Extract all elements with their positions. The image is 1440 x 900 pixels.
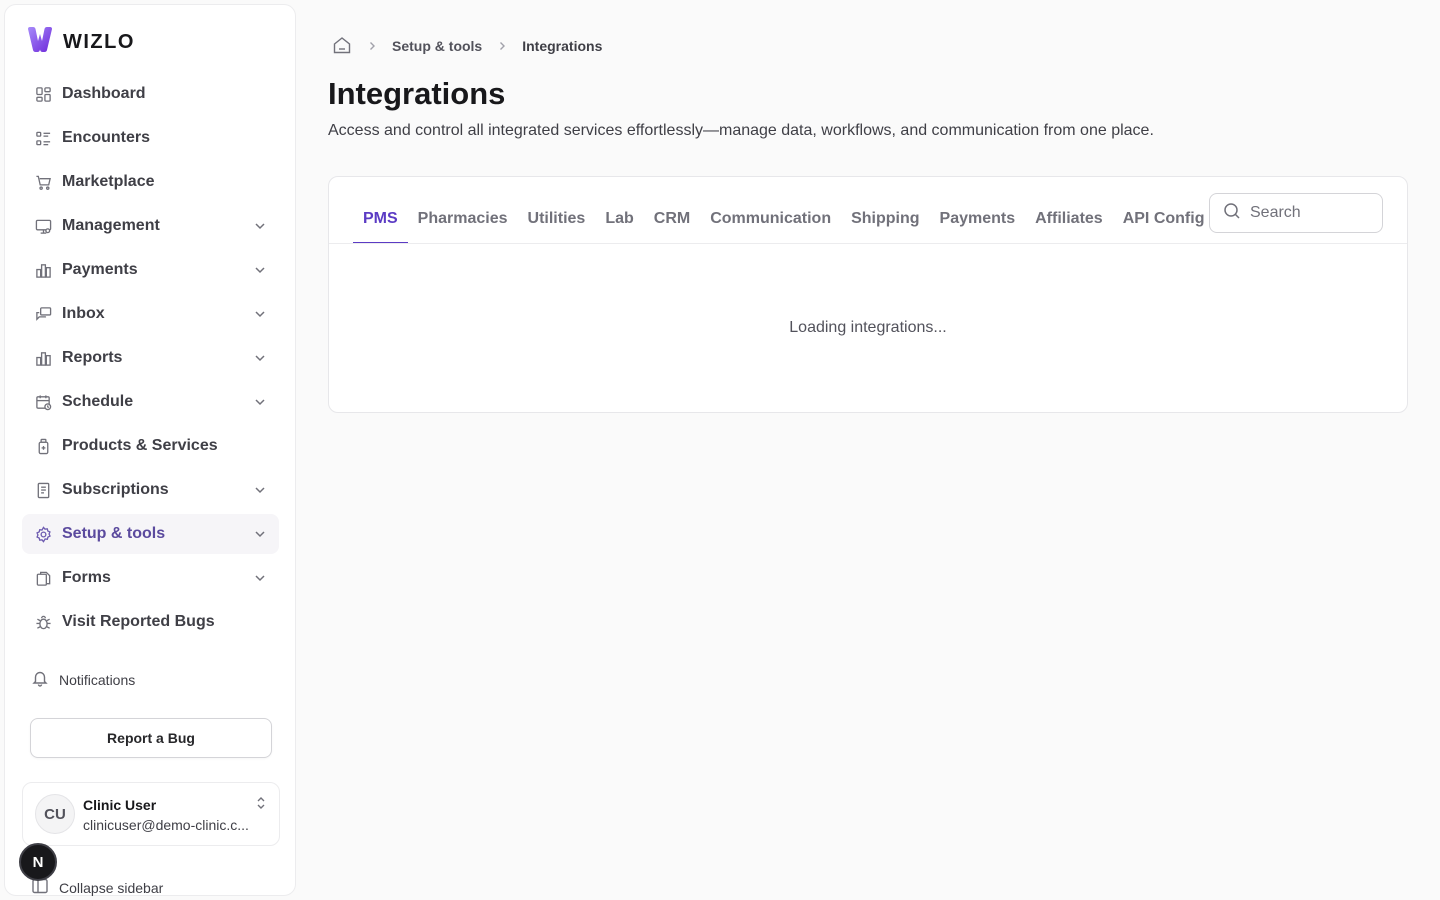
integrations-panel: PMS Pharmacies Utilities Lab CRM Communi… xyxy=(328,176,1408,413)
sidebar-item-dashboard[interactable]: Dashboard xyxy=(22,74,279,114)
chevron-down-icon xyxy=(255,267,265,274)
tab-affiliates[interactable]: Affiliates xyxy=(1025,177,1113,243)
tab-crm[interactable]: CRM xyxy=(644,177,700,243)
chevron-up-down-icon xyxy=(257,797,265,809)
home-icon[interactable] xyxy=(332,35,352,58)
receipt-icon xyxy=(34,481,52,499)
calendar-clock-icon xyxy=(34,393,52,411)
tab-payments[interactable]: Payments xyxy=(930,177,1026,243)
sidebar-item-reports[interactable]: Reports xyxy=(22,338,279,378)
tab-utilities[interactable]: Utilities xyxy=(518,177,596,243)
chevron-right-icon xyxy=(370,42,375,50)
sidebar-item-label: Encounters xyxy=(62,129,151,146)
loading-status: Loading integrations... xyxy=(789,319,947,336)
collapse-sidebar-label: Collapse sidebar xyxy=(59,879,164,896)
sidebar-item-label: Subscriptions xyxy=(62,481,169,498)
chevron-down-icon xyxy=(255,531,265,538)
tab-pms[interactable]: PMS xyxy=(353,177,408,244)
avatar: CU xyxy=(35,794,75,834)
bar-chart-icon xyxy=(34,349,52,367)
user-email: clinicuser@demo-clinic.c... xyxy=(83,817,249,833)
sidebar-item-label: Visit Reported Bugs xyxy=(62,613,215,630)
sidebar-item-products-services[interactable]: Products & Services xyxy=(22,426,279,466)
tab-pharmacies[interactable]: Pharmacies xyxy=(408,177,518,243)
sidebar-item-payments[interactable]: Payments xyxy=(22,250,279,290)
breadcrumb-current: Integrations xyxy=(522,38,603,54)
chevron-down-icon xyxy=(255,223,265,230)
report-bug-button[interactable]: Report a Bug xyxy=(30,718,272,758)
sidebar-item-label: Products & Services xyxy=(62,437,218,454)
search-input[interactable] xyxy=(1250,204,1370,222)
bottle-icon xyxy=(34,437,52,455)
cart-icon xyxy=(34,173,52,191)
sidebar-item-label: Schedule xyxy=(62,393,134,410)
sidebar-item-label: Setup & tools xyxy=(62,525,166,542)
tab-shipping[interactable]: Shipping xyxy=(841,177,929,243)
monitor-icon xyxy=(34,217,52,235)
notifications-label: Notifications xyxy=(59,671,136,688)
chevron-right-icon xyxy=(500,42,506,50)
tab-api-config[interactable]: API Config xyxy=(1113,177,1215,243)
sidebar-item-label: Dashboard xyxy=(62,85,146,102)
tab-lab[interactable]: Lab xyxy=(595,177,643,243)
breadcrumb: Setup & tools Integrations xyxy=(332,35,602,57)
chevron-down-icon xyxy=(255,311,265,318)
sidebar-item-label: Inbox xyxy=(62,305,105,322)
integration-tabs: PMS Pharmacies Utilities Lab CRM Communi… xyxy=(353,177,1214,244)
page-title: Integrations xyxy=(328,76,506,111)
sidebar-item-marketplace[interactable]: Marketplace xyxy=(22,162,279,202)
sidebar-item-label: Forms xyxy=(62,569,111,586)
sidebar-item-visit-reported-bugs[interactable]: Visit Reported Bugs xyxy=(22,602,279,642)
bell-icon xyxy=(31,669,49,690)
dev-tools-badge[interactable]: N xyxy=(19,843,57,881)
sidebar-item-label: Payments xyxy=(62,261,138,278)
collapse-sidebar-button[interactable]: Collapse sidebar xyxy=(31,877,163,898)
tab-communication[interactable]: Communication xyxy=(700,177,841,243)
sidebar-item-forms[interactable]: Forms xyxy=(22,558,279,598)
sidebar-item-inbox[interactable]: Inbox xyxy=(22,294,279,334)
dashboard-grid-icon xyxy=(34,85,52,103)
sidebar-item-setup-tools[interactable]: Setup & tools xyxy=(22,514,279,554)
search-box[interactable] xyxy=(1209,193,1383,233)
sidebar-item-label: Reports xyxy=(62,349,123,366)
user-name: Clinic User xyxy=(83,797,157,813)
wizlo-logo-icon xyxy=(25,25,55,60)
user-account-switcher[interactable]: CU Clinic User clinicuser@demo-clinic.c.… xyxy=(22,782,280,846)
notifications-link[interactable]: Notifications xyxy=(31,669,135,690)
chevron-down-icon xyxy=(255,487,265,494)
sidebar: WIZLO Dashboard Encounters Marketplace M… xyxy=(4,4,296,896)
brand-logo[interactable]: WIZLO xyxy=(25,25,135,60)
chevron-down-icon xyxy=(255,355,265,362)
chevron-down-icon xyxy=(255,399,265,406)
sidebar-item-subscriptions[interactable]: Subscriptions xyxy=(22,470,279,510)
gear-icon xyxy=(34,525,52,543)
sidebar-item-encounters[interactable]: Encounters xyxy=(22,118,279,158)
chat-icon xyxy=(34,305,52,323)
sidebar-item-label: Management xyxy=(62,217,160,234)
copy-icon xyxy=(34,569,52,587)
bar-chart-icon xyxy=(34,261,52,279)
bug-icon xyxy=(34,613,52,631)
tabs-divider xyxy=(329,243,1407,244)
search-icon xyxy=(1222,201,1242,226)
sidebar-item-label: Marketplace xyxy=(62,173,155,190)
breadcrumb-setup-tools[interactable]: Setup & tools xyxy=(392,38,482,54)
sidebar-nav: Dashboard Encounters Marketplace Managem… xyxy=(22,74,279,646)
page-description: Access and control all integrated servic… xyxy=(328,122,1154,139)
chevron-down-icon xyxy=(255,575,265,582)
sidebar-item-management[interactable]: Management xyxy=(22,206,279,246)
sidebar-item-schedule[interactable]: Schedule xyxy=(22,382,279,422)
list-icon xyxy=(34,129,52,147)
brand-name: WIZLO xyxy=(63,31,135,53)
